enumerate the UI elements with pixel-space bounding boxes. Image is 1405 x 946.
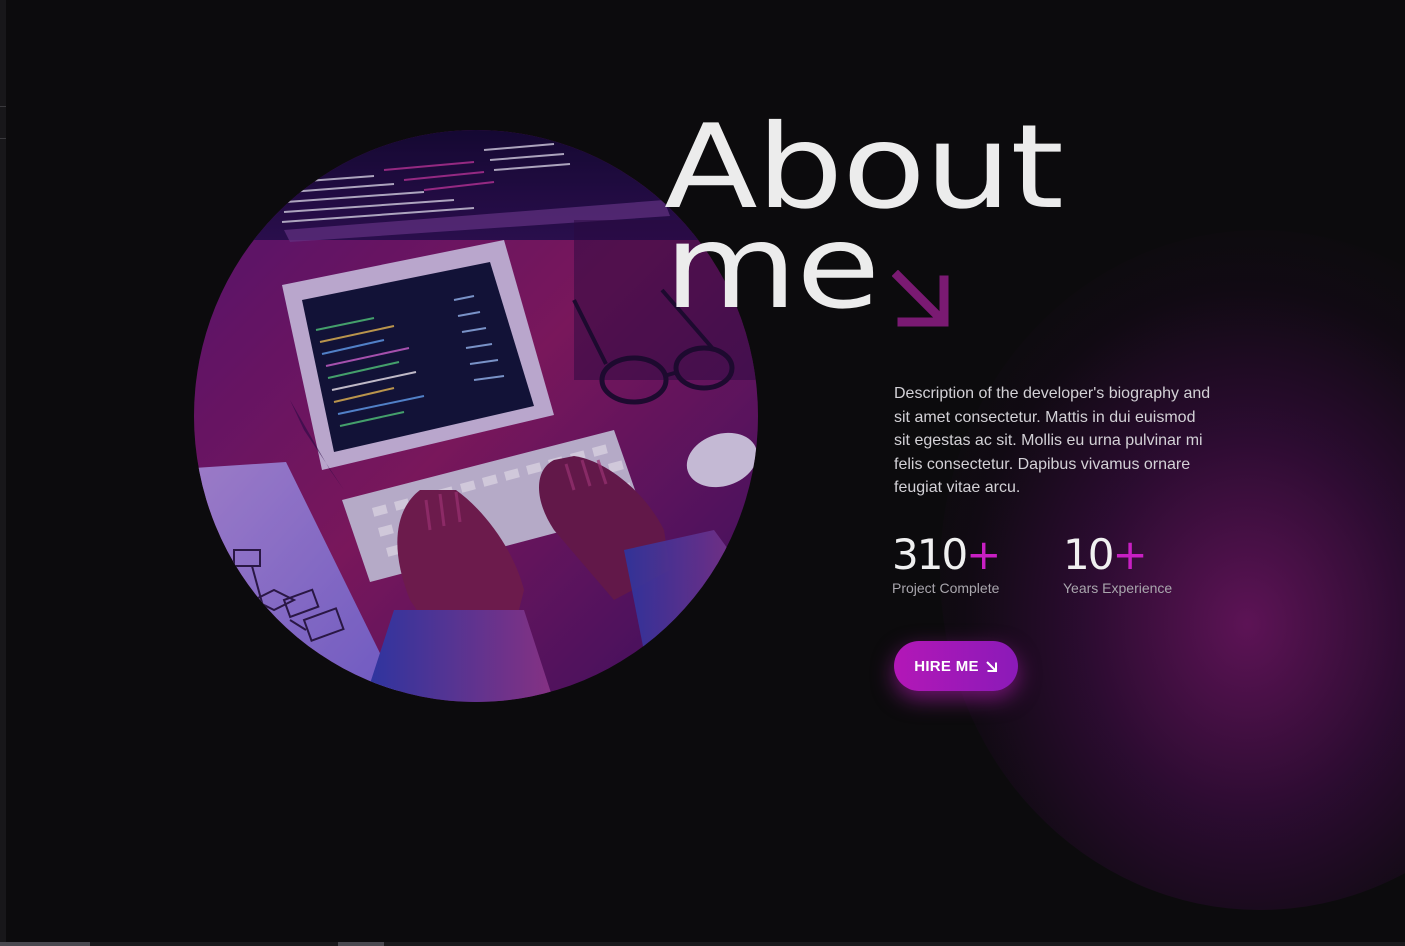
stat-number: 10+ [1063,532,1172,578]
bottom-scrollbar [0,942,1405,946]
edge-tick [0,106,6,107]
stat-value: 310 [892,530,968,579]
left-edge-strip [0,0,6,946]
arrow-down-right-icon [892,270,949,327]
about-section: About me Description of the developer's … [0,0,1405,946]
arrow-down-right-icon [986,660,997,672]
page-title: About me [664,110,1064,326]
stat-number: 310+ [892,530,1001,579]
bottom-bar-segment [338,942,384,946]
stat-suffix: + [1112,530,1147,579]
stat-years: 10+ Years Experience [1063,532,1173,597]
hire-me-button[interactable]: HIRE ME [894,641,1018,691]
bottom-bar-segment [0,942,90,946]
stat-label: Years Experience [1063,580,1173,596]
stat-projects: 310+ Project Complete [892,530,1001,597]
edge-tick [0,138,6,139]
background-glow [940,230,1405,910]
hire-me-label: HIRE ME [914,657,979,675]
stat-label: Project Complete [892,580,1000,596]
biography-text: Description of the developer's biography… [894,385,1211,496]
stat-value: 10 [1063,530,1114,579]
stat-suffix: + [966,530,1001,579]
